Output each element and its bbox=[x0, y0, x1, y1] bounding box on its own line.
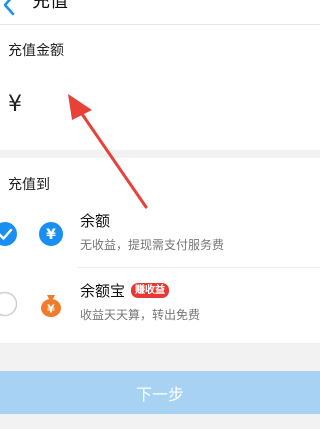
top-bar: 充值 bbox=[0, 0, 320, 25]
next-button[interactable]: 下一步 bbox=[0, 371, 320, 414]
option-name: 余额 bbox=[80, 212, 111, 230]
empty-circle-icon bbox=[0, 291, 18, 317]
svg-text:¥: ¥ bbox=[47, 303, 55, 316]
money-bag-icon: ¥ bbox=[37, 290, 65, 318]
option-name: 余额宝 bbox=[80, 282, 126, 300]
amount-label: 充值金额 bbox=[8, 43, 64, 59]
option-yuebao[interactable]: ¥ 余额宝 赚收益 收益天天算，转出免费 bbox=[0, 270, 320, 340]
amount-card: 充值金额 ¥ bbox=[0, 25, 320, 150]
radio-unselected[interactable] bbox=[0, 289, 20, 319]
option-balance[interactable]: ¥ 余额 无收益，提现需支付服务费 bbox=[0, 200, 320, 270]
divider bbox=[78, 267, 320, 268]
option-desc: 无收益，提现需支付服务费 bbox=[80, 238, 225, 252]
amount-input[interactable]: ¥ bbox=[8, 87, 308, 123]
option-desc: 收益天天算，转出免费 bbox=[80, 308, 201, 322]
page-title: 充值 bbox=[32, 0, 68, 12]
chevron-left-icon bbox=[3, 0, 15, 16]
recharge-target-title: 充值到 bbox=[8, 177, 50, 193]
svg-text:¥: ¥ bbox=[46, 227, 56, 243]
earn-badge: 赚收益 bbox=[131, 283, 169, 298]
back-button[interactable] bbox=[0, 0, 22, 18]
currency-symbol: ¥ bbox=[8, 92, 22, 117]
yen-coin-icon: ¥ bbox=[37, 220, 65, 248]
check-circle-icon bbox=[0, 222, 17, 246]
recharge-target-card: 充值到 ¥ 余额 无收益，提现需支付服务费 ¥ 余额宝 赚收益 收益天天算，转出… bbox=[0, 158, 320, 343]
radio-selected[interactable] bbox=[0, 219, 20, 249]
